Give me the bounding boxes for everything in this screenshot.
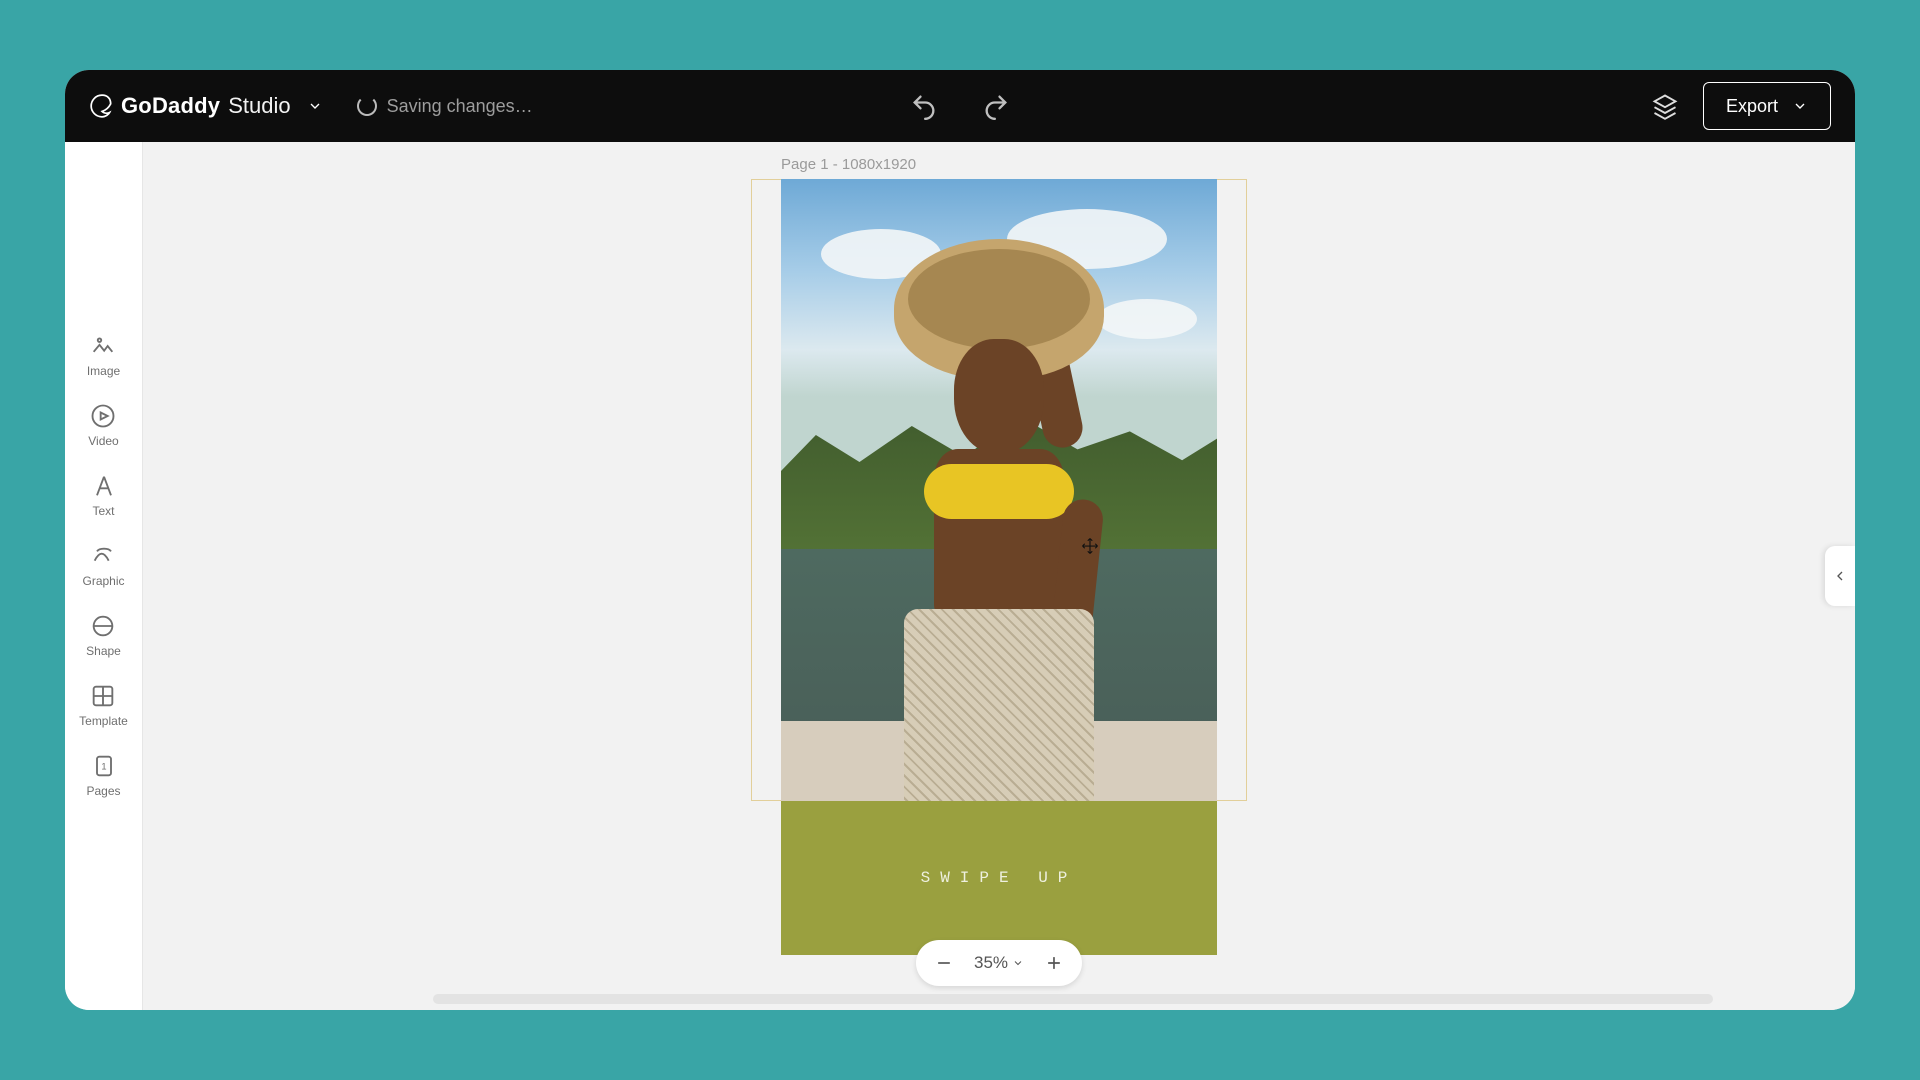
right-panel-toggle[interactable] (1825, 546, 1855, 606)
photo-person-skirt (904, 609, 1094, 801)
canvas-area[interactable]: Page 1 - 1080x1920 (143, 142, 1855, 1010)
undo-icon (910, 92, 938, 120)
zoom-out-button[interactable] (934, 953, 954, 973)
layers-icon (1651, 92, 1679, 120)
video-icon (89, 402, 117, 430)
tool-rail: Image Video Text Graphic Shape Template (65, 142, 143, 1010)
minus-icon (934, 953, 954, 973)
logo-main-text: GoDaddy (121, 93, 220, 119)
rail-label: Video (88, 434, 118, 448)
page-label: Page 1 - 1080x1920 (781, 156, 916, 173)
chevron-left-icon (1832, 568, 1848, 584)
spinner-icon (357, 96, 377, 116)
topbar: GoDaddy Studio Saving changes… (65, 70, 1855, 142)
pages-icon: 1 (90, 752, 118, 780)
export-button[interactable]: Export (1703, 82, 1831, 130)
rail-label: Text (92, 504, 114, 518)
canvas-photo[interactable] (781, 179, 1217, 801)
rail-item-text[interactable]: Text (90, 472, 118, 518)
move-cursor-icon (1081, 537, 1099, 555)
logo-sub-text: Studio (228, 93, 290, 119)
godaddy-logo-icon (89, 93, 115, 119)
zoom-control: 35% (916, 940, 1082, 986)
rail-item-video[interactable]: Video (88, 402, 118, 448)
horizontal-scrollbar[interactable] (433, 994, 1713, 1004)
graphic-icon (90, 542, 118, 570)
workarea: Image Video Text Graphic Shape Template (65, 142, 1855, 1010)
rail-item-graphic[interactable]: Graphic (82, 542, 124, 588)
rail-item-template[interactable]: Template (79, 682, 128, 728)
topbar-right: Export (1649, 82, 1831, 130)
chevron-down-icon (1012, 957, 1024, 969)
rail-label: Graphic (82, 574, 124, 588)
image-icon (89, 332, 117, 360)
artboard-wrap: SWIPE UP (781, 179, 1217, 955)
export-label: Export (1726, 96, 1778, 117)
banner-text[interactable]: SWIPE UP (781, 869, 1217, 887)
text-icon (90, 472, 118, 500)
shape-icon (89, 612, 117, 640)
chevron-down-icon (307, 98, 323, 114)
rail-label: Template (79, 714, 128, 728)
rail-label: Shape (86, 644, 121, 658)
zoom-value-text: 35% (974, 953, 1008, 973)
plus-icon (1044, 953, 1064, 973)
template-icon (89, 682, 117, 710)
redo-icon (982, 92, 1010, 120)
layers-button[interactable] (1649, 90, 1681, 122)
photo-person-top (924, 464, 1074, 519)
rail-label: Image (87, 364, 120, 378)
photo-person (869, 239, 1129, 799)
history-controls (908, 90, 1012, 122)
photo-person-head (954, 339, 1044, 454)
zoom-in-button[interactable] (1044, 953, 1064, 973)
redo-button[interactable] (980, 90, 1012, 122)
app-logo[interactable]: GoDaddy Studio (89, 93, 291, 119)
rail-item-pages[interactable]: 1 Pages (86, 752, 120, 798)
chevron-down-icon (1792, 98, 1808, 114)
save-status: Saving changes… (357, 96, 533, 117)
app-window: GoDaddy Studio Saving changes… (65, 70, 1855, 1010)
rail-item-image[interactable]: Image (87, 332, 120, 378)
save-status-text: Saving changes… (387, 96, 533, 117)
zoom-level-dropdown[interactable]: 35% (974, 953, 1024, 973)
rail-label: Pages (86, 784, 120, 798)
project-menu-toggle[interactable] (305, 96, 325, 116)
undo-button[interactable] (908, 90, 940, 122)
svg-text:1: 1 (101, 762, 106, 772)
rail-item-shape[interactable]: Shape (86, 612, 121, 658)
artboard[interactable]: SWIPE UP (781, 179, 1217, 955)
